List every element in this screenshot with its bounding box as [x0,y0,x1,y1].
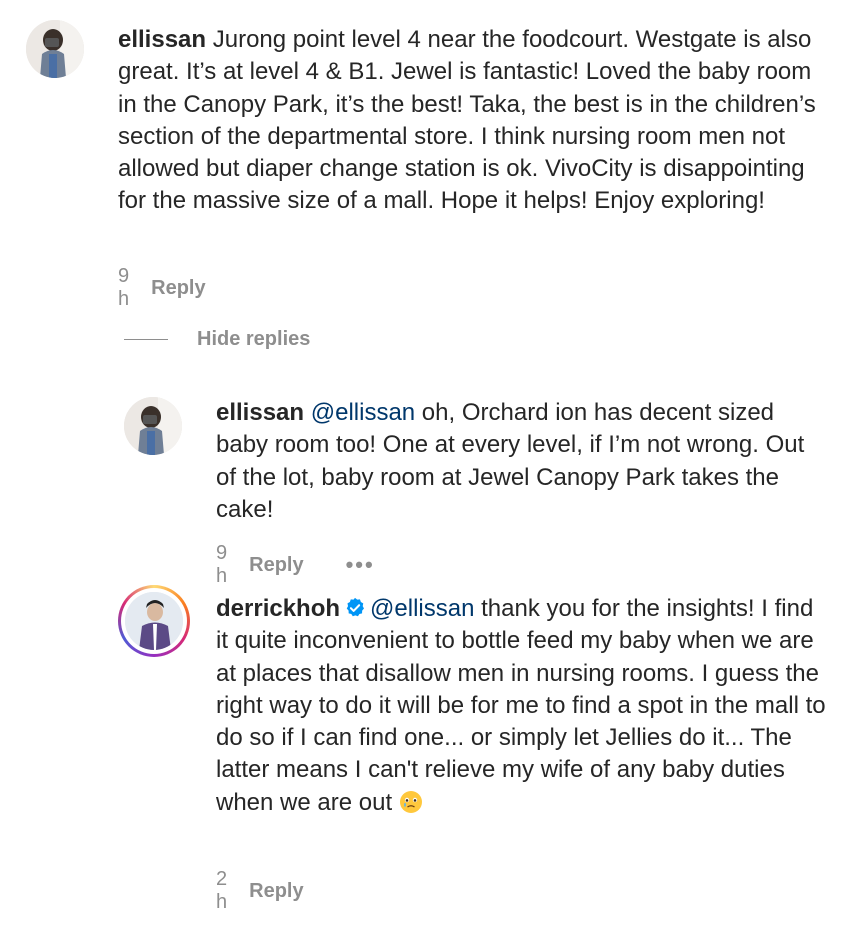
avatar-ellissan[interactable] [26,20,84,78]
reply-text: ellissan @ellissan oh, Orchard ion has d… [216,397,826,526]
verified-badge-icon [346,597,365,617]
reply-meta: 9 h Reply ••• [216,542,375,588]
reply-mention[interactable]: @ellissan [370,595,474,622]
avatar-derrickhoh [125,592,183,650]
reply-body: thank you for the insights! I find it qu… [216,595,826,816]
reply-timestamp[interactable]: 2 h [216,868,227,914]
face-holding-back-tears-icon [399,790,422,813]
comment-meta: 9 h Reply [118,265,206,311]
reply-button[interactable]: Reply [249,880,303,903]
hide-replies-label: Hide replies [197,328,311,350]
comment-body: Jurong point level 4 near the foodcourt.… [118,26,816,215]
divider-line [124,339,168,340]
more-options-icon[interactable]: ••• [346,552,375,578]
reply-username[interactable]: derrickhoh [216,595,340,622]
reply-button[interactable]: Reply [151,277,205,300]
comment-username[interactable]: ellissan [118,26,206,53]
comment-text: ellissan Jurong point level 4 near the f… [118,24,830,218]
reply-timestamp[interactable]: 9 h [216,542,227,588]
reply-username[interactable]: ellissan [216,399,304,426]
reply-mention[interactable]: @ellissan [311,399,415,426]
comment-timestamp[interactable]: 9 h [118,265,129,311]
reply-text: derrickhoh @ellissan thank you for the in… [216,593,828,819]
story-ring[interactable] [118,585,190,657]
reply-meta: 2 h Reply [216,868,304,914]
reply-button[interactable]: Reply [249,554,303,577]
reply-body: oh, Orchard ion has decent sized baby ro… [216,399,805,523]
avatar-ellissan-reply[interactable] [124,397,182,455]
hide-replies-button[interactable]: Hide replies [124,328,310,351]
